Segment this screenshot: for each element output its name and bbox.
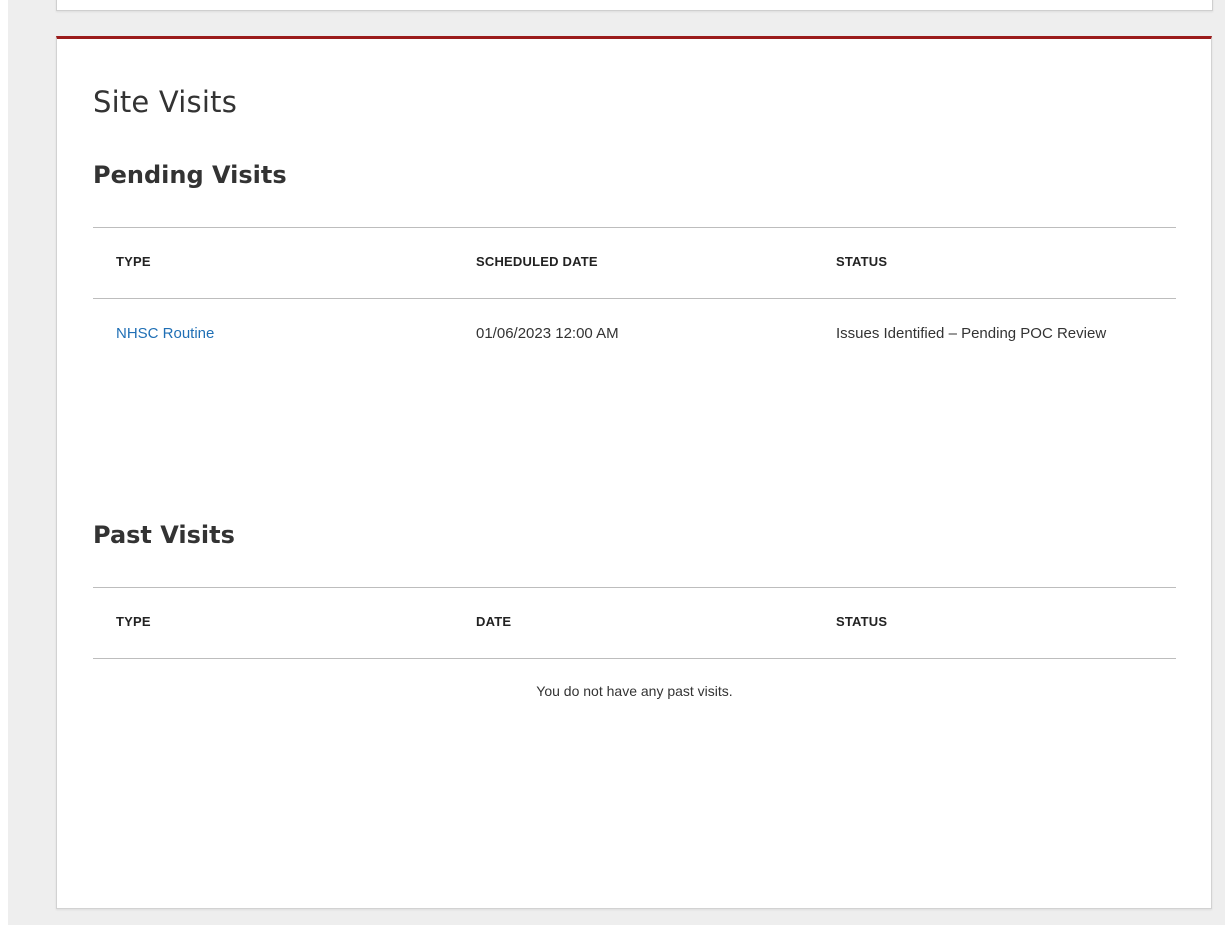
visit-type-link[interactable]: NHSC Routine [116,325,214,342]
column-header-scheduled-date: SCHEDULED DATE [476,254,598,269]
site-visits-card: Site Visits Pending Visits TYPE SCHEDULE… [56,36,1212,909]
column-header-type: TYPE [116,614,151,629]
column-header-status: STATUS [836,614,888,629]
scheduled-date-cell: 01/06/2023 12:00 AM [476,325,619,342]
table-header: TYPE DATE STATUS [93,587,1176,659]
pending-visits-heading: Pending Visits [93,161,287,189]
column-header-status: STATUS [836,254,888,269]
table-row: NHSC Routine 01/06/2023 12:00 AM Issues … [93,299,1176,369]
left-gutter [0,0,8,925]
past-visits-table: TYPE DATE STATUS You do not have any pas… [93,587,1176,719]
pending-visits-table: TYPE SCHEDULED DATE STATUS NHSC Routine … [93,227,1176,369]
status-cell: Issues Identified – Pending POC Review [836,325,1107,342]
empty-state-row: You do not have any past visits. [93,659,1176,719]
empty-state-message: You do not have any past visits. [536,683,733,699]
table-header: TYPE SCHEDULED DATE STATUS [93,227,1176,299]
column-header-date: DATE [476,614,512,629]
past-visits-heading: Past Visits [93,521,235,549]
card-title: Site Visits [93,85,237,119]
column-header-type: TYPE [116,254,151,269]
previous-card-edge [56,0,1213,11]
